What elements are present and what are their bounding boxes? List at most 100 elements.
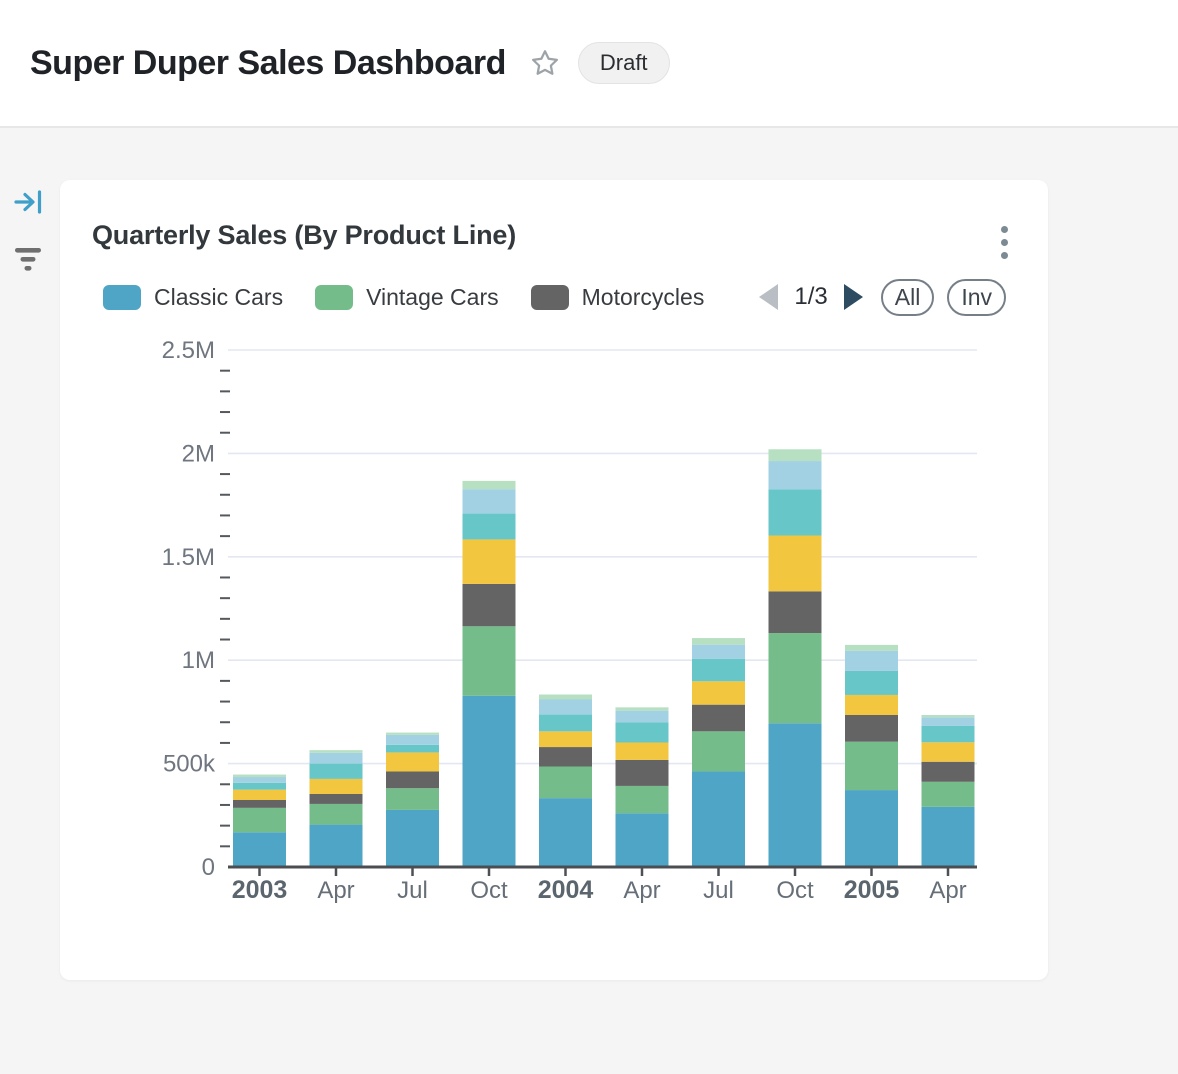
x-axis-category-label: Oct: [776, 877, 814, 904]
bar-segment[interactable]: [922, 726, 975, 742]
bar-segment[interactable]: [386, 771, 439, 788]
legend-swatch: [531, 285, 569, 310]
pager-next-button[interactable]: [844, 284, 863, 310]
bar-segment[interactable]: [310, 779, 363, 794]
bar-segment[interactable]: [692, 771, 745, 867]
bar-segment[interactable]: [845, 790, 898, 867]
bar-segment[interactable]: [233, 808, 286, 832]
bar-segment[interactable]: [310, 794, 363, 804]
x-axis-category-label: Jul: [703, 877, 734, 904]
bar-segment[interactable]: [769, 633, 822, 723]
bar-segment[interactable]: [845, 651, 898, 671]
bar-segment[interactable]: [463, 481, 516, 489]
bar-segment[interactable]: [922, 715, 975, 717]
bar-segment[interactable]: [539, 766, 592, 798]
bar-segment[interactable]: [922, 742, 975, 761]
bar-segment[interactable]: [233, 777, 286, 783]
bar-segment[interactable]: [692, 705, 745, 732]
bar-segment[interactable]: [769, 723, 822, 867]
chart-legend: Classic Cars Vintage Cars Motorcycles 1/…: [103, 276, 1006, 318]
bar-segment[interactable]: [386, 745, 439, 753]
bar-segment[interactable]: [539, 747, 592, 766]
bar-segment[interactable]: [692, 659, 745, 681]
bar-segment[interactable]: [616, 813, 669, 867]
bar-segment[interactable]: [845, 742, 898, 790]
bar-segment[interactable]: [769, 489, 822, 535]
bar-segment[interactable]: [310, 753, 363, 764]
bar-segment[interactable]: [463, 696, 516, 867]
collapse-panel-button[interactable]: [14, 188, 43, 219]
bar-segment[interactable]: [845, 671, 898, 695]
bar-segment[interactable]: [463, 514, 516, 540]
bar-segment[interactable]: [769, 449, 822, 461]
chart-title: Quarterly Sales (By Product Line): [92, 220, 516, 251]
star-icon: [530, 48, 560, 78]
favorite-star-button[interactable]: [530, 48, 560, 78]
bar-segment[interactable]: [692, 645, 745, 659]
legend-item-vintage-cars[interactable]: Vintage Cars: [315, 284, 499, 311]
bar-segment[interactable]: [616, 760, 669, 786]
bar-segment[interactable]: [539, 699, 592, 714]
bar-segment[interactable]: [692, 638, 745, 645]
bar-segment[interactable]: [386, 788, 439, 810]
legend-item-classic-cars[interactable]: Classic Cars: [103, 284, 283, 311]
bar-segment[interactable]: [386, 733, 439, 735]
bar-segment[interactable]: [233, 790, 286, 800]
bar-segment[interactable]: [616, 786, 669, 813]
x-axis-category-label: 2004: [538, 876, 594, 904]
legend-pager: 1/3: [759, 283, 862, 311]
bar-segment[interactable]: [386, 810, 439, 867]
bar-segment[interactable]: [769, 535, 822, 591]
bar-segment[interactable]: [310, 764, 363, 779]
bar-segment[interactable]: [769, 461, 822, 489]
bar-segment[interactable]: [922, 717, 975, 726]
y-axis-tick-label: 2.5M: [162, 337, 215, 364]
bar-segment[interactable]: [692, 681, 745, 704]
chart-card: Quarterly Sales (By Product Line) Classi…: [60, 180, 1048, 980]
dashboard-canvas: Quarterly Sales (By Product Line) Classi…: [0, 128, 1178, 1074]
arrow-to-bar-icon: [14, 188, 43, 216]
bar-segment[interactable]: [310, 804, 363, 825]
bar-segment[interactable]: [616, 707, 669, 710]
bar-segment[interactable]: [922, 807, 975, 867]
pager-prev-button[interactable]: [759, 284, 778, 310]
card-menu-button[interactable]: [997, 222, 1012, 263]
legend-swatch: [315, 285, 353, 310]
bar-segment[interactable]: [769, 591, 822, 633]
bar-segment[interactable]: [845, 715, 898, 742]
bar-segment[interactable]: [233, 783, 286, 790]
bar-segment[interactable]: [692, 731, 745, 771]
bar-segment[interactable]: [233, 800, 286, 808]
bar-segment[interactable]: [616, 722, 669, 742]
bar-segment[interactable]: [922, 762, 975, 782]
bar-segment[interactable]: [463, 539, 516, 583]
bar-segment[interactable]: [386, 735, 439, 745]
bar-segment[interactable]: [845, 645, 898, 651]
bar-segment[interactable]: [539, 695, 592, 700]
invert-series-button[interactable]: Inv: [947, 279, 1006, 316]
y-axis-tick-label: 1M: [182, 647, 215, 674]
bar-segment[interactable]: [616, 743, 669, 760]
bar-segment[interactable]: [233, 775, 286, 777]
bar-segment[interactable]: [539, 731, 592, 747]
bar-segment[interactable]: [845, 695, 898, 715]
bar-segment[interactable]: [463, 626, 516, 695]
kebab-menu-icon: [1001, 226, 1008, 259]
y-axis-tick-label: 2M: [182, 440, 215, 467]
bar-segment[interactable]: [539, 715, 592, 732]
bar-segment[interactable]: [539, 798, 592, 867]
bar-segment[interactable]: [463, 584, 516, 626]
bar-segment[interactable]: [310, 825, 363, 867]
status-badge: Draft: [578, 42, 670, 84]
bar-segment[interactable]: [463, 489, 516, 513]
x-axis-category-label: Apr: [317, 877, 354, 904]
x-axis-category-label: Apr: [929, 877, 966, 904]
bar-segment[interactable]: [386, 752, 439, 771]
select-all-series-button[interactable]: All: [881, 279, 935, 316]
bar-segment[interactable]: [922, 782, 975, 807]
bar-segment[interactable]: [233, 832, 286, 867]
bar-segment[interactable]: [310, 750, 363, 753]
legend-item-motorcycles[interactable]: Motorcycles: [531, 284, 705, 311]
bar-segment[interactable]: [616, 711, 669, 723]
filter-button[interactable]: [14, 246, 42, 275]
